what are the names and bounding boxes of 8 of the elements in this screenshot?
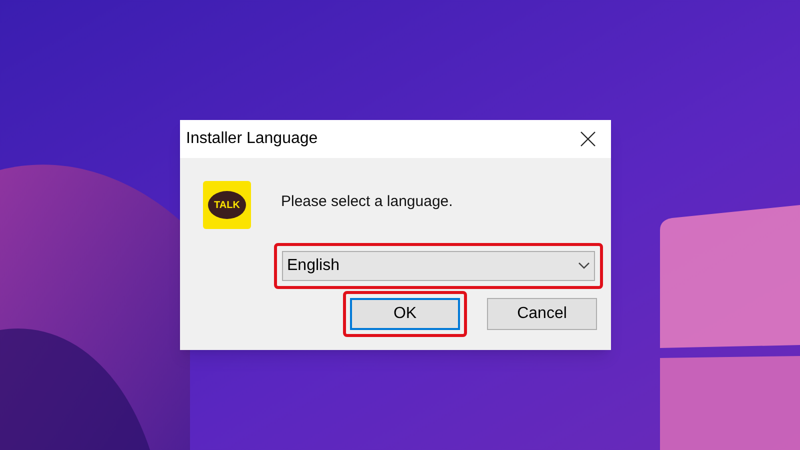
- close-icon: [580, 131, 596, 147]
- prompt-text: Please select a language.: [281, 192, 453, 212]
- chevron-down-icon: [578, 262, 590, 270]
- window-title: Installer Language: [186, 129, 318, 149]
- dialog-button[interactable]: OK: [350, 298, 460, 330]
- logo-text: TALK: [214, 198, 240, 212]
- dialog-button[interactable]: Cancel: [487, 298, 597, 330]
- language-dropdown[interactable]: English: [282, 251, 595, 281]
